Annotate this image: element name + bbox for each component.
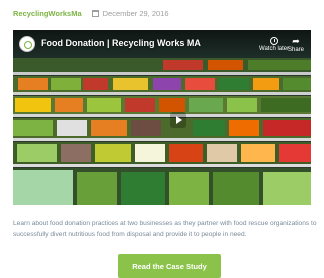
video-title[interactable]: Food Donation | Recycling Works MA (41, 38, 201, 48)
share-button[interactable]: ➦ Share (288, 36, 305, 54)
play-icon[interactable] (170, 112, 186, 128)
post-meta: RecyclingWorksMa December 29, 2016 (13, 6, 169, 20)
post-author[interactable]: RecyclingWorksMa (13, 9, 82, 18)
clock-icon (270, 37, 279, 45)
calendar-icon (91, 9, 99, 17)
channel-logo-icon[interactable] (19, 36, 35, 52)
share-label: Share (288, 47, 305, 53)
video-player[interactable]: Food Donation | Recycling Works MA Watch… (13, 30, 311, 205)
post-description: Learn about food donation practices at t… (13, 220, 317, 238)
share-arrow-icon: ➦ (292, 36, 300, 46)
watch-later-button[interactable]: Watch later (259, 37, 289, 52)
post-date: December 29, 2016 (102, 8, 169, 18)
read-case-study-button[interactable]: Read the Case Study (118, 254, 221, 278)
watch-later-label: Watch later (259, 46, 290, 52)
